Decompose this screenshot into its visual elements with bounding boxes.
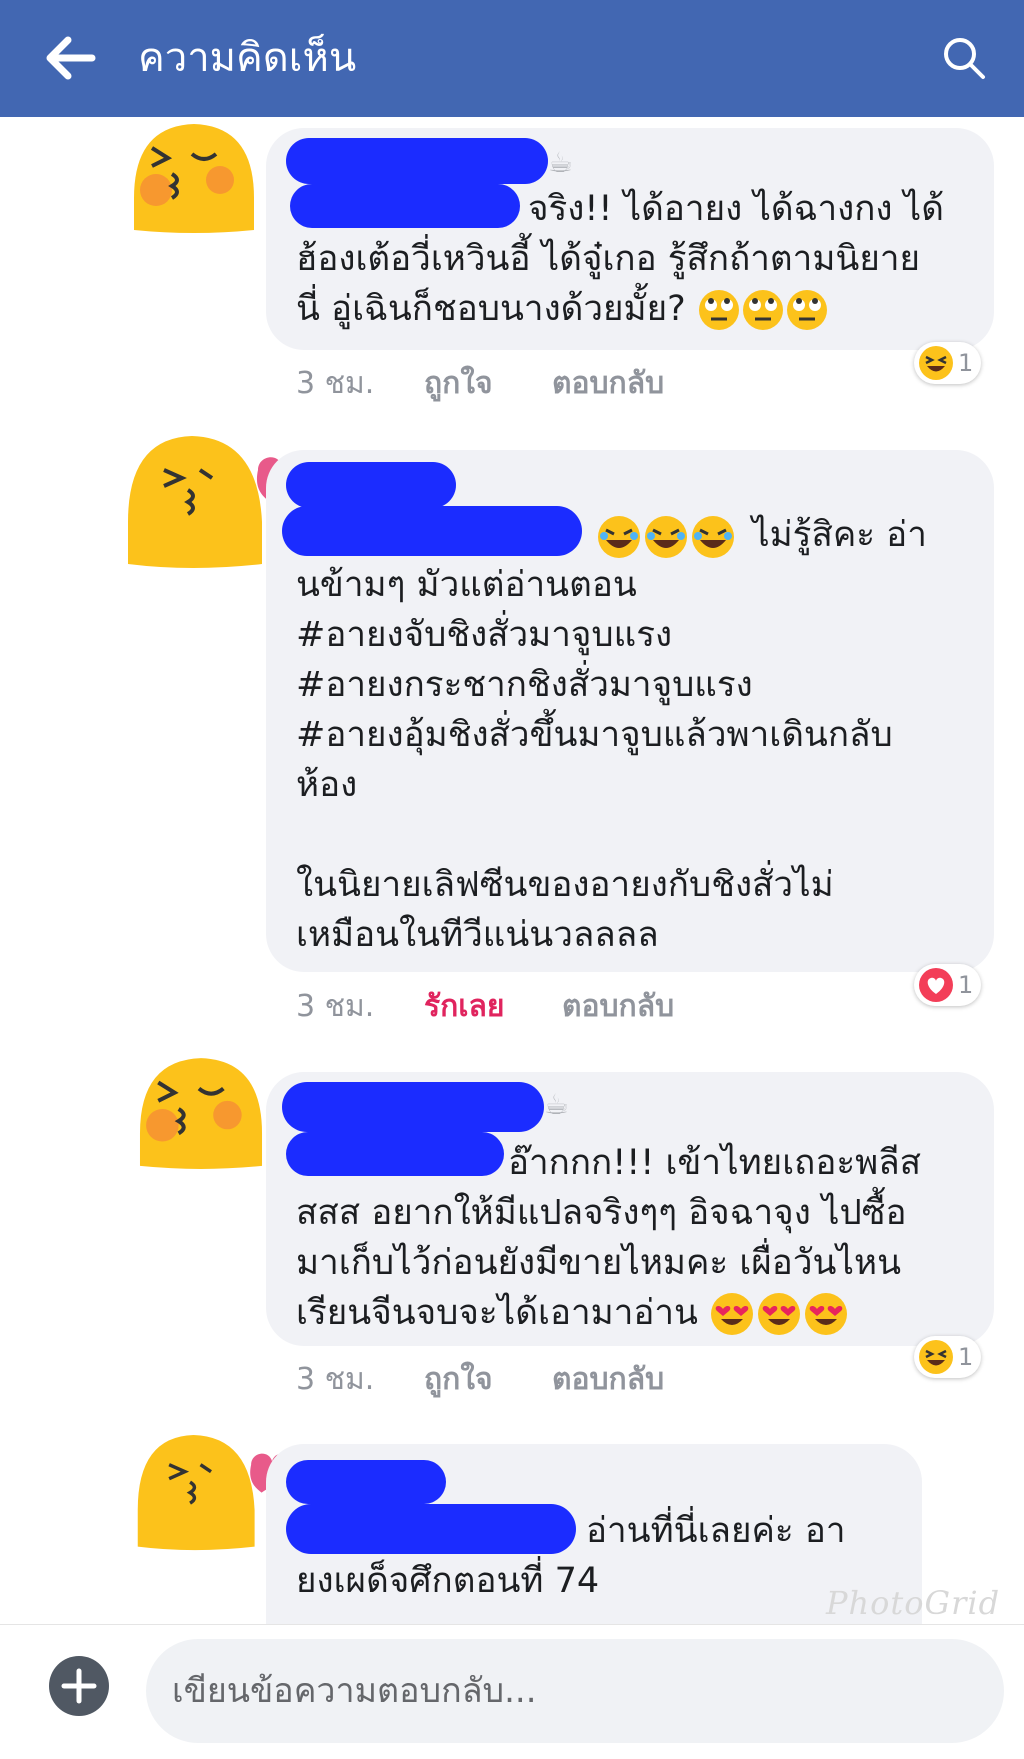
comment-text-line: มาเก็บไว้ก่อนยังมีขายไหมคะ เผื่อวันไหน — [296, 1243, 901, 1283]
comment-text-line: ห้อง — [296, 765, 358, 805]
redacted-name — [286, 462, 456, 508]
comment-text-line: สสส อยากให้มีแปลจริงๆๆ อิจฉาจุง ไปซื้อ — [296, 1193, 907, 1233]
comment-text-line: ยงเผด็จศึกตอนที่ 74 — [296, 1561, 600, 1601]
comment-bubble[interactable]: อ่านที่นี่เลยค่ะ อา ยงเผด็จศึกตอนที่ 74 — [266, 1444, 922, 1644]
comment-text-line: ฮ้องเต้อวี่เหวินอี้ ได้จู๋เกอ รู้สึกถ้าต… — [296, 239, 920, 279]
hashtag-link[interactable]: #อายงกระชากชิงสั่วมาจูบแรง — [296, 660, 966, 710]
like-button[interactable]: ถูกใจ — [424, 1356, 493, 1403]
comment-text-line: อ๊ากกก!!! เข้าไทยเถอะพลีส — [508, 1143, 922, 1183]
reaction-count: 1 — [958, 349, 974, 377]
search-icon[interactable] — [942, 36, 986, 80]
comment-text-line: นี่ อู่เฉินก็ชอบนางด้วยมั้ย? — [296, 284, 966, 334]
reply-button[interactable]: ตอบกลับ — [562, 983, 674, 1030]
comment-actions: 3 ชม. ถูกใจ ตอบกลับ — [296, 1356, 896, 1397]
arrow-left-icon[interactable] — [44, 36, 100, 80]
watermark: PhotoGrid — [826, 1584, 1001, 1622]
comment-text-line: เหมือนในทีวีแน่นวลลลล — [296, 915, 659, 955]
heart-eyes-emoji-icon — [711, 1293, 848, 1335]
laughing-reaction-icon — [919, 346, 953, 380]
redacted-name — [282, 506, 582, 556]
comment-text: เรียนจีนจบจะได้เอามาอ่าน — [296, 1293, 698, 1333]
reply-composer: เขียนข้อความตอบกลับ... — [0, 1624, 1024, 1759]
eye-roll-emoji-icon — [698, 290, 827, 330]
redacted-name — [286, 1460, 446, 1504]
comment-text: นี่ อู่เฉินก็ชอบนางด้วยมั้ย? — [296, 289, 686, 329]
comment-bubble[interactable]: ☕ อ๊ากกก!!! เข้าไทยเถอะพลีส สสส อยากให้ม… — [266, 1072, 994, 1346]
comment-actions: 3 ชม. รักเลย ตอบกลับ — [296, 983, 896, 1024]
rofl-emoji-icon — [598, 516, 734, 558]
comment-actions: 3 ชม. ถูกใจ ตอบกลับ — [296, 360, 896, 401]
like-button[interactable]: ถูกใจ — [424, 360, 493, 407]
comment-text-line: ในนิยายเลิฟซีนของอายงกับชิงสั่วไม่ — [296, 865, 834, 905]
redacted-name — [282, 1082, 544, 1132]
reaction-count: 1 — [958, 971, 974, 999]
comment-text-line: เรียนจีนจบจะได้เอามาอ่าน — [296, 1288, 966, 1338]
reaction-badge[interactable]: 1 — [914, 342, 982, 384]
comment-bubble[interactable]: ☕ จริง!! ได้อายง ได้ฉางกง ได้ ฮ้องเต้อวี… — [266, 128, 994, 350]
kissing-face-heart-icon[interactable] — [136, 1426, 286, 1554]
reply-button[interactable]: ตอบกลับ — [552, 360, 664, 407]
coffee-icon: ☕ — [548, 146, 574, 179]
reaction-badge[interactable]: 1 — [914, 1336, 982, 1378]
comment-text-line: จริง!! ได้อายง ได้ฉางกง ได้ — [528, 189, 944, 229]
timestamp: 3 ชม. — [296, 366, 375, 401]
love-button[interactable]: รักเลย — [424, 983, 505, 1030]
kissing-face-blush-icon[interactable] — [128, 1052, 274, 1172]
redacted-name — [286, 138, 548, 184]
hashtag-link[interactable]: #อายงอุ้มชิงสั่วขึ้นมาจูบแล้วพาเดินกลับ — [296, 710, 966, 760]
reaction-count: 1 — [958, 1343, 974, 1371]
heart-reaction-icon — [919, 968, 953, 1002]
coffee-icon: ☕ — [544, 1088, 570, 1121]
hashtag-link[interactable]: #อายงจับชิงสั่วมาจูบแรง — [296, 610, 966, 660]
top-bar: ความคิดเห็น — [0, 0, 1024, 117]
reaction-badge[interactable]: 1 — [914, 964, 982, 1006]
page-title: ความคิดเห็น — [138, 35, 357, 81]
plus-circle-icon[interactable] — [48, 1655, 110, 1717]
comment-text-line: นข้ามๆ มัวแต่อ่านตอน — [296, 565, 637, 605]
comment-bubble[interactable]: ไม่รู้สิคะ อ่า นข้ามๆ มัวแต่อ่านตอน #อาย… — [266, 450, 994, 972]
kissing-face-blush-icon[interactable] — [124, 118, 264, 236]
laughing-reaction-icon — [919, 1340, 953, 1374]
timestamp: 3 ชม. — [296, 989, 375, 1024]
timestamp: 3 ชม. — [296, 1362, 375, 1397]
comment-text-line: ไม่รู้สิคะ อ่า — [752, 515, 927, 555]
reply-button[interactable]: ตอบกลับ — [552, 1356, 664, 1403]
comment-text-line: อ่านที่นี่เลยค่ะ อา — [586, 1511, 846, 1551]
reply-input[interactable]: เขียนข้อความตอบกลับ... — [146, 1639, 1004, 1743]
